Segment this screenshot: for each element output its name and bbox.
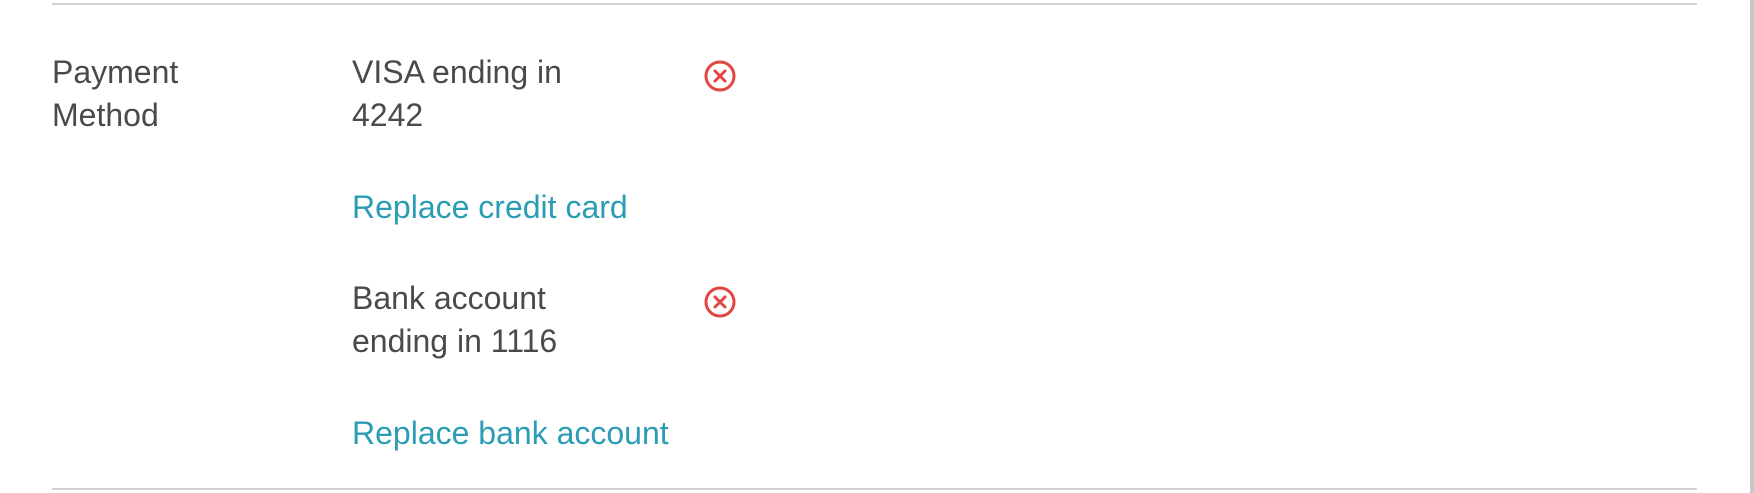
remove-circle-x-icon bbox=[704, 286, 736, 318]
replace-credit-card-link[interactable]: Replace credit card bbox=[352, 186, 628, 229]
replace-bank-account-link[interactable]: Replace bank account bbox=[352, 412, 669, 455]
right-edge-border bbox=[1750, 0, 1754, 493]
remove-credit-card-button[interactable] bbox=[703, 59, 737, 93]
bottom-divider bbox=[52, 488, 1697, 490]
credit-card-description: VISA ending in 4242 bbox=[352, 54, 562, 133]
payment-method-label: Payment Method bbox=[52, 51, 272, 137]
payment-method-label-text: Payment Method bbox=[52, 54, 179, 133]
top-divider bbox=[52, 3, 1697, 5]
remove-bank-account-button[interactable] bbox=[703, 285, 737, 319]
remove-circle-x-icon bbox=[704, 60, 736, 92]
bank-account-description: Bank account ending in 1116 bbox=[352, 280, 558, 359]
